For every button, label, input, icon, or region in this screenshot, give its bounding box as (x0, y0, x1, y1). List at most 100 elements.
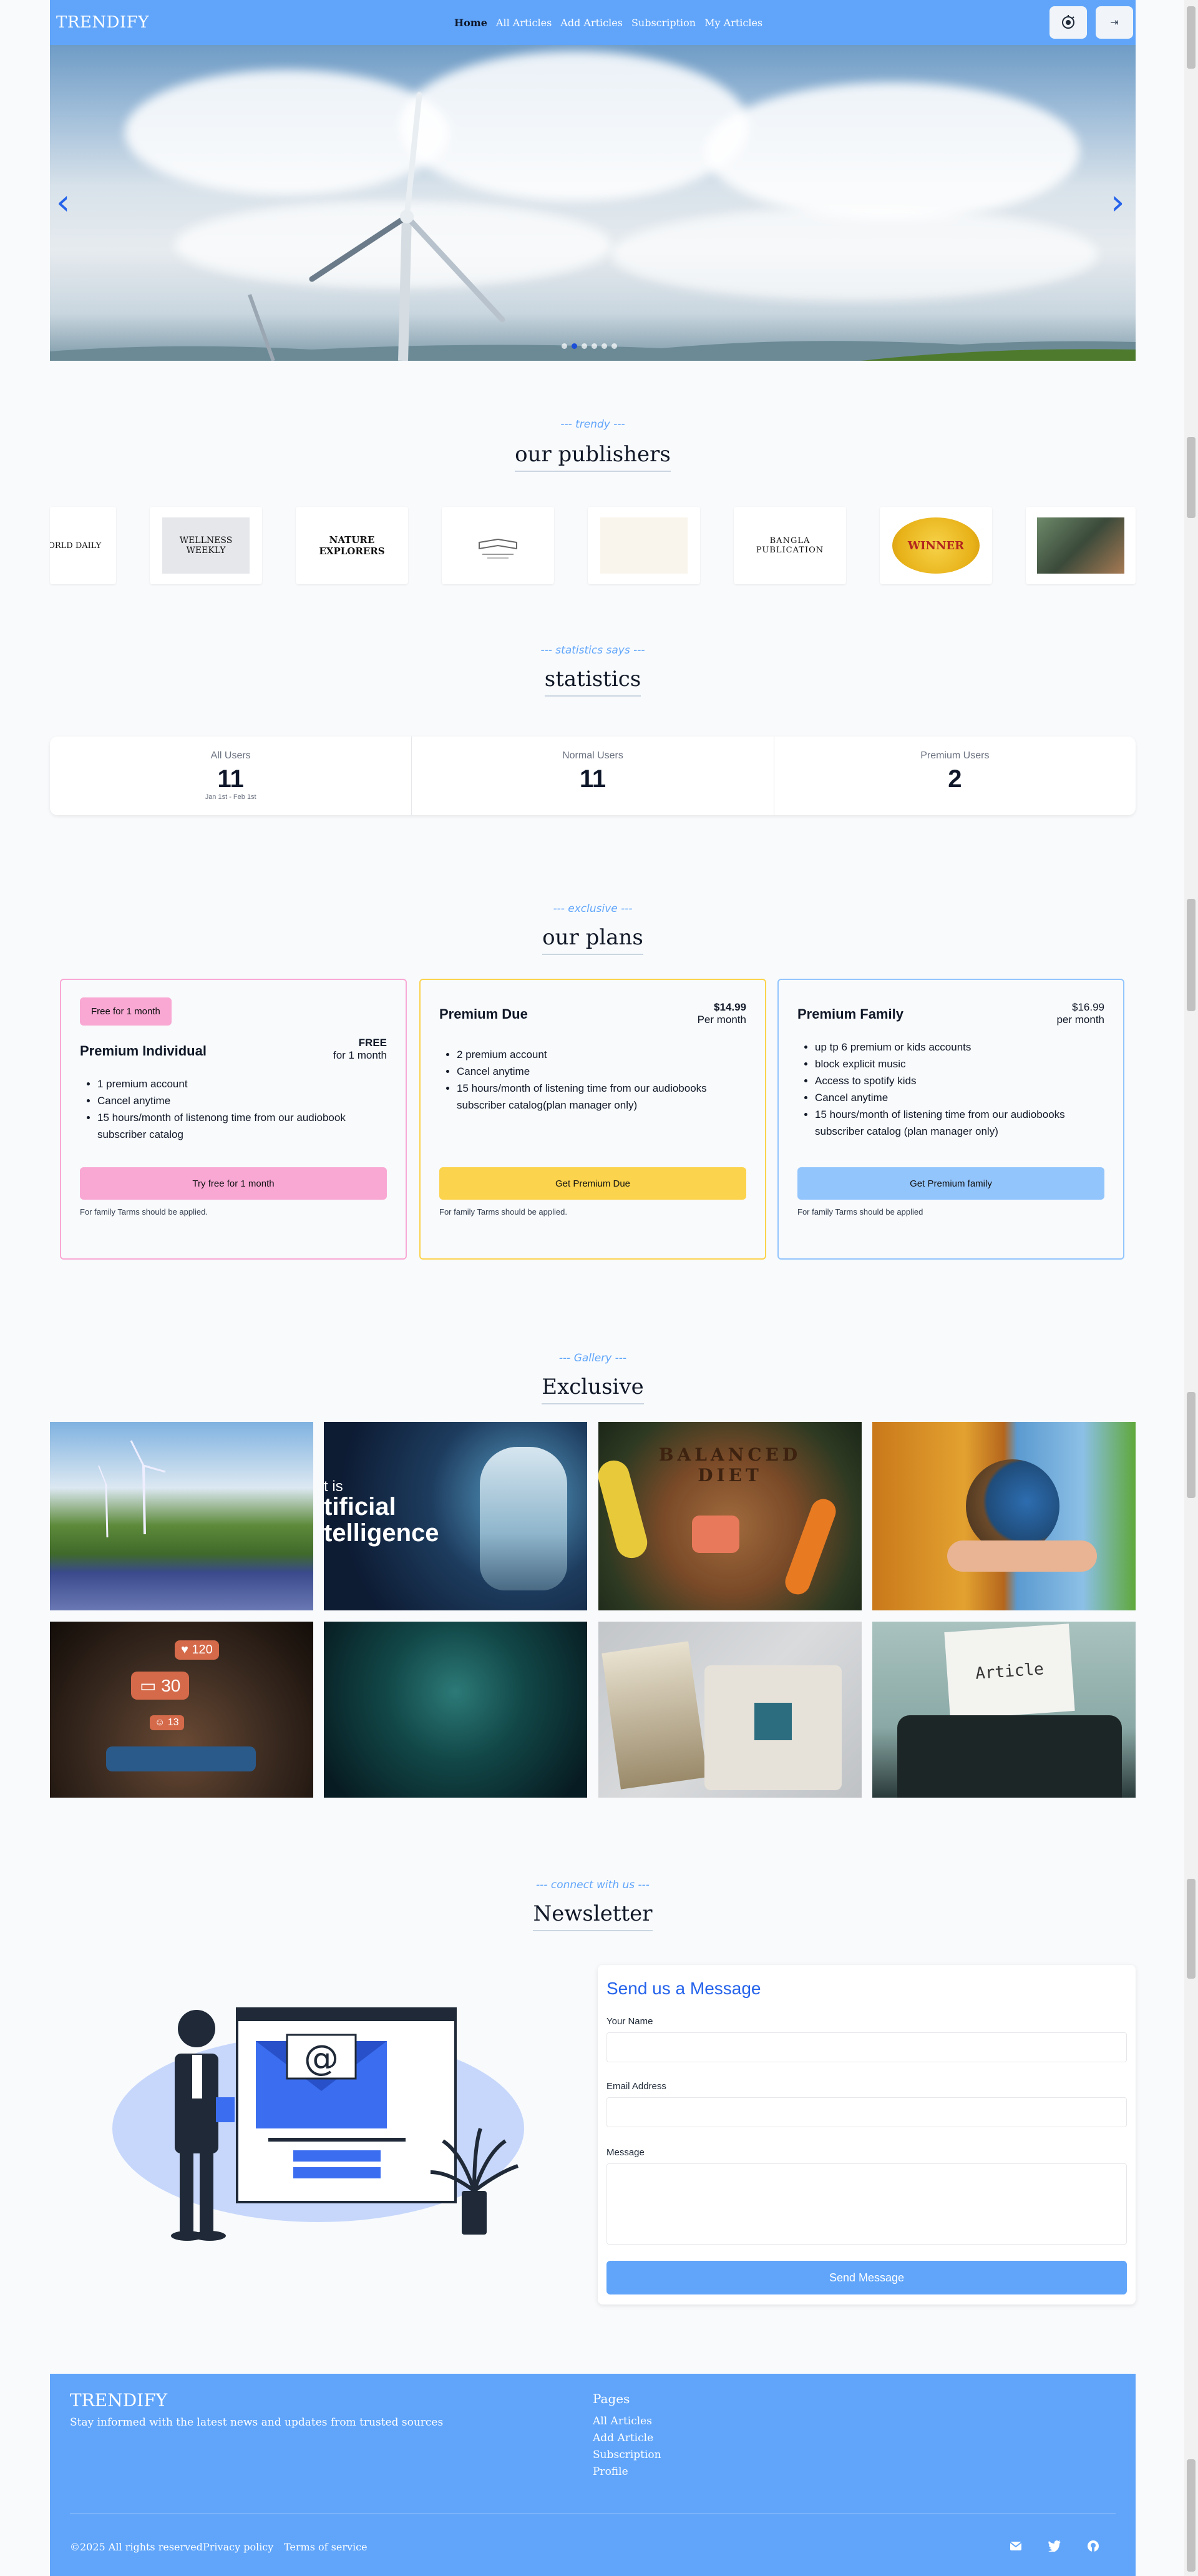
publisher-logo[interactable] (1026, 507, 1136, 584)
carousel-dots (562, 343, 617, 349)
plan-price: $14.99 Per month (697, 1001, 746, 1026)
footer-link-profile[interactable]: Profile (593, 2466, 628, 2478)
scrollbar-thumb[interactable] (1187, 2459, 1196, 2572)
scrollbar-thumb[interactable] (1187, 1879, 1196, 1979)
plan-name: Premium Individual (80, 1043, 207, 1059)
publisher-logo[interactable]: BANGLA PUBLICATION (734, 507, 846, 584)
publisher-logo[interactable]: NATURE EXPLORERS (296, 507, 408, 584)
message-textarea[interactable] (606, 2163, 1127, 2245)
plan-cta-button[interactable]: Get Premium Due (439, 1167, 746, 1200)
plan-name: Premium Due (439, 1006, 528, 1022)
github-icon[interactable] (1084, 2537, 1102, 2555)
gallery-image-social[interactable]: ♥ 120 ▭ 30 ☺ 13 (50, 1622, 313, 1798)
nav-link-add-articles[interactable]: Add Articles (560, 17, 623, 29)
gallery-image-ai[interactable]: t is tificial telligence (324, 1422, 587, 1610)
publisher-logo-text: NATURE EXPLORERS (319, 534, 385, 557)
gallery-title: Exclusive (50, 1374, 1136, 1404)
footer-link-subscription[interactable]: Subscription (593, 2449, 661, 2461)
nav-link-subscription[interactable]: Subscription (631, 17, 696, 29)
mail-icon[interactable] (1007, 2537, 1025, 2555)
page-scrollbar[interactable] (1184, 0, 1198, 2576)
gallery-image-solar-wind[interactable] (50, 1422, 313, 1610)
publisher-logo-photo (1037, 517, 1124, 574)
copyright: ©2025 All rights reserved (70, 2541, 203, 2553)
plan-note: For family Tarms should be applied (797, 1207, 923, 1217)
gallery-image-diver[interactable] (324, 1622, 587, 1798)
hero-carousel: ‹ › (50, 45, 1136, 361)
comment-bubble: ▭ 30 (131, 1672, 190, 1700)
nav-link-all-articles[interactable]: All Articles (496, 17, 552, 29)
carousel-dot[interactable] (601, 343, 607, 349)
publisher-logo-text: WINNER (892, 517, 980, 574)
gallery-ai-text: tificial (324, 1493, 396, 1521)
newsletter-title: Newsletter (50, 1901, 1136, 1931)
publisher-logo-text: WORLD DAILY (50, 541, 102, 551)
email-input[interactable] (606, 2097, 1127, 2127)
newsletter-illustration: @ (112, 2007, 524, 2241)
plan-price: $16.99 per month (1056, 1001, 1104, 1026)
chevron-right-icon: › (1111, 182, 1125, 223)
stat-value: 11 (579, 765, 606, 793)
chevron-left-icon: ‹ (56, 182, 71, 223)
logout-icon: ⇥ (1110, 17, 1119, 28)
turbines-icon (98, 1440, 166, 1538)
publisher-logo[interactable]: WELLNESS WEEKLY (150, 507, 262, 584)
message-label: Message (606, 2147, 645, 2158)
publisher-logo[interactable] (442, 507, 554, 584)
stat-premium-users: Premium Users 2 (774, 737, 1136, 815)
scrollbar-thumb[interactable] (1187, 899, 1196, 1011)
publisher-logo[interactable]: WINNER (880, 507, 992, 584)
email-label: Email Address (606, 2081, 666, 2092)
navbar: TRENDIFY Home All Articles Add Articles … (50, 0, 1136, 45)
publisher-logo[interactable] (588, 507, 700, 584)
stat-all-users: All Users 11 Jan 1st - Feb 1st (50, 737, 412, 815)
send-message-button[interactable]: Send Message (606, 2261, 1127, 2294)
carousel-dot[interactable] (611, 343, 617, 349)
plan-cta-button[interactable]: Try free for 1 month (80, 1167, 387, 1200)
plan-note: For family Tarms should be applied. (80, 1207, 208, 1217)
stat-normal-users: Normal Users 11 (412, 737, 774, 815)
privacy-link[interactable]: Privacy policy (203, 2541, 273, 2553)
plan-card-family: Premium Family $16.99per month up tp 6 p… (777, 979, 1124, 1260)
plan-features: 1 premium account Cancel anytime 15 hour… (80, 1075, 387, 1143)
statistics-subtitle: --- statistics says --- (540, 644, 645, 657)
gallery-image-typewriter[interactable]: Article (872, 1622, 1136, 1798)
plan-features: up tp 6 premium or kids accounts block e… (797, 1039, 1104, 1140)
stat-label: Normal Users (562, 750, 623, 761)
like-bubble: ♥ 120 (175, 1640, 219, 1660)
scrollbar-thumb[interactable] (1187, 6, 1196, 69)
scrollbar-thumb[interactable] (1187, 437, 1196, 518)
theme-toggle-icon (1062, 15, 1074, 29)
book-shape (601, 1641, 708, 1790)
carousel-dot[interactable] (582, 343, 587, 349)
gallery-image-books[interactable] (598, 1622, 862, 1798)
brand-logo[interactable]: TRENDIFY (56, 13, 149, 32)
carousel-next-button[interactable]: › (1111, 185, 1124, 220)
gallery-image-balanced-diet[interactable]: BALANCED DIET (598, 1422, 862, 1610)
contact-form: Send us a Message Your Name Email Addres… (598, 1965, 1136, 2304)
nav-link-my-articles[interactable]: My Articles (704, 17, 762, 29)
theme-toggle-button[interactable] (1049, 6, 1087, 39)
twitter-icon[interactable] (1046, 2537, 1063, 2555)
publishers-title: our publishers (50, 442, 1136, 472)
plan-cta-button[interactable]: Get Premium family (797, 1167, 1104, 1200)
wind-turbine-image (248, 92, 505, 361)
follow-bubble: ☺ 13 (150, 1715, 184, 1730)
footer-link-add-article[interactable]: Add Article (593, 2432, 653, 2444)
footer-link-all-articles[interactable]: All Articles (593, 2415, 652, 2427)
carousel-prev-button[interactable]: ‹ (56, 185, 70, 220)
publisher-logo[interactable]: WORLD DAILY (50, 507, 116, 584)
nav-link-home[interactable]: Home (454, 17, 487, 29)
plan-features: 2 premium account Cancel anytime 15 hour… (439, 1046, 746, 1114)
book-logo-icon (479, 538, 517, 559)
carousel-dot[interactable] (562, 343, 567, 349)
carousel-dot[interactable] (592, 343, 597, 349)
logout-button[interactable]: ⇥ (1096, 6, 1133, 39)
scrollbar-thumb[interactable] (1187, 1392, 1196, 1498)
carousel-dot-active[interactable] (572, 343, 577, 349)
hands-shape (947, 1540, 1097, 1572)
terms-link[interactable]: Terms of service (284, 2541, 368, 2553)
at-icon: @ (304, 2038, 339, 2079)
name-input[interactable] (606, 2032, 1127, 2062)
gallery-image-earth[interactable] (872, 1422, 1136, 1610)
